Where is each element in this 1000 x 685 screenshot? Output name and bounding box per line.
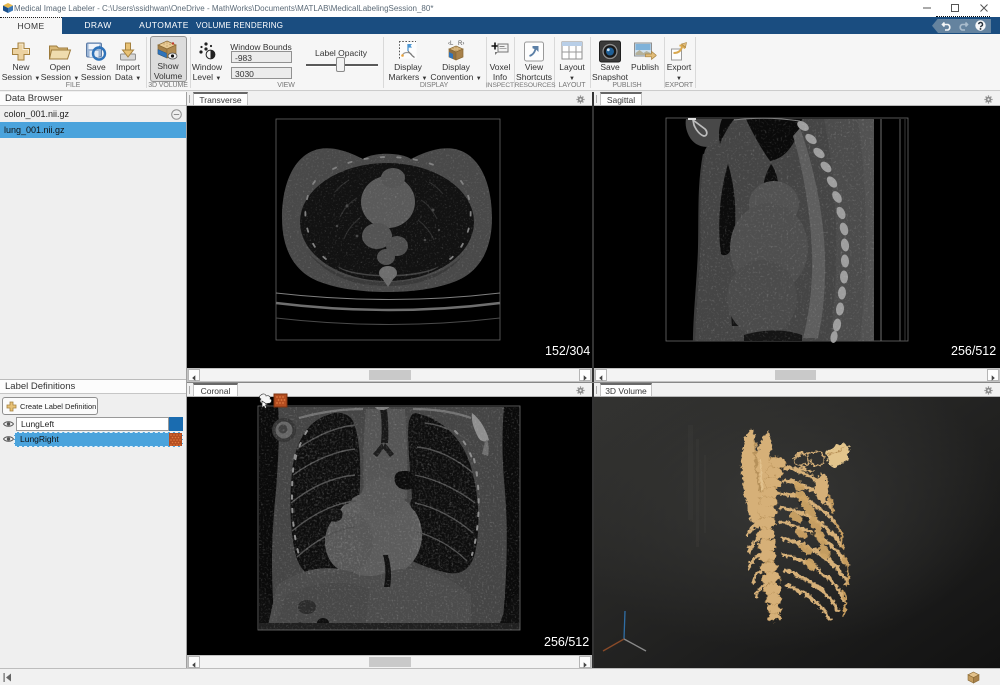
svg-text:‹L: ‹L [448, 41, 454, 47]
svg-text:R›: R› [458, 41, 464, 47]
